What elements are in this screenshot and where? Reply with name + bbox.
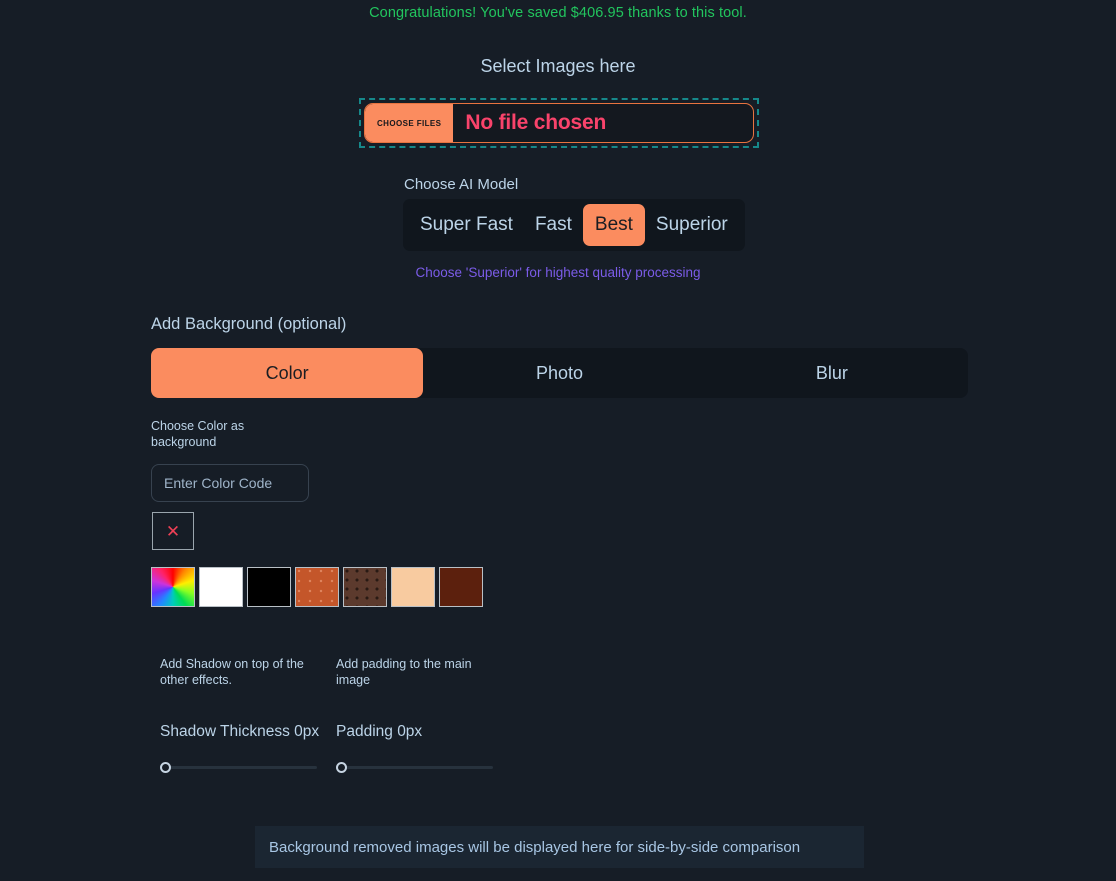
model-option-fast[interactable]: Fast <box>524 207 583 243</box>
shadow-thickness-slider[interactable] <box>160 760 317 775</box>
swatch-white[interactable] <box>199 567 243 607</box>
swatch-black[interactable] <box>247 567 291 607</box>
padding-slider[interactable] <box>336 760 493 775</box>
padding-value-label: Padding 0px <box>336 722 423 740</box>
choose-color-caption: Choose Color as background <box>151 419 245 449</box>
tab-blur[interactable]: Blur <box>696 348 968 398</box>
color-code-input[interactable] <box>151 464 309 502</box>
shadow-value-label: Shadow Thickness 0px <box>160 722 320 740</box>
file-input-row[interactable]: CHOOSE FILES No file chosen <box>364 103 754 143</box>
savings-banner: Congratulations! You've saved $406.95 th… <box>369 5 747 21</box>
swatch-dark-red-brown[interactable] <box>439 567 483 607</box>
model-hint-text: Choose 'Superior' for highest quality pr… <box>415 265 701 280</box>
model-option-superior[interactable]: Superior <box>645 207 739 243</box>
swatch-rainbow-picker[interactable] <box>151 567 195 607</box>
tab-photo[interactable]: Photo <box>423 348 695 398</box>
choose-files-button[interactable]: CHOOSE FILES <box>365 104 454 142</box>
ai-model-selector[interactable]: Super Fast Fast Best Superior <box>403 199 745 251</box>
add-background-label: Add Background (optional) <box>151 315 347 333</box>
color-swatch-list[interactable] <box>151 567 483 607</box>
model-option-best[interactable]: Best <box>582 204 645 246</box>
swatch-brown[interactable] <box>343 567 387 607</box>
comparison-placeholder: Background removed images will be displa… <box>255 826 864 868</box>
model-option-super-fast[interactable]: Super Fast <box>409 207 524 243</box>
padding-caption: Add padding to the main image <box>336 657 472 688</box>
shadow-control: Add Shadow on top of the other effects. … <box>160 656 325 775</box>
file-status-label: No file chosen <box>465 111 607 134</box>
file-drop-zone[interactable]: CHOOSE FILES No file chosen <box>359 98 759 148</box>
select-images-heading: Select Images here <box>480 56 636 76</box>
tab-color[interactable]: Color <box>151 348 424 398</box>
padding-control: Add padding to the main image Padding 0p… <box>336 656 501 775</box>
background-tabs[interactable]: Color Photo Blur <box>151 348 968 398</box>
swatch-terracotta[interactable] <box>295 567 339 607</box>
clear-color-button[interactable]: ✕ <box>152 512 194 550</box>
shadow-caption: Add Shadow on top of the other effects. <box>160 657 304 688</box>
swatch-peach[interactable] <box>391 567 435 607</box>
choose-ai-model-label: Choose AI Model <box>404 176 519 193</box>
